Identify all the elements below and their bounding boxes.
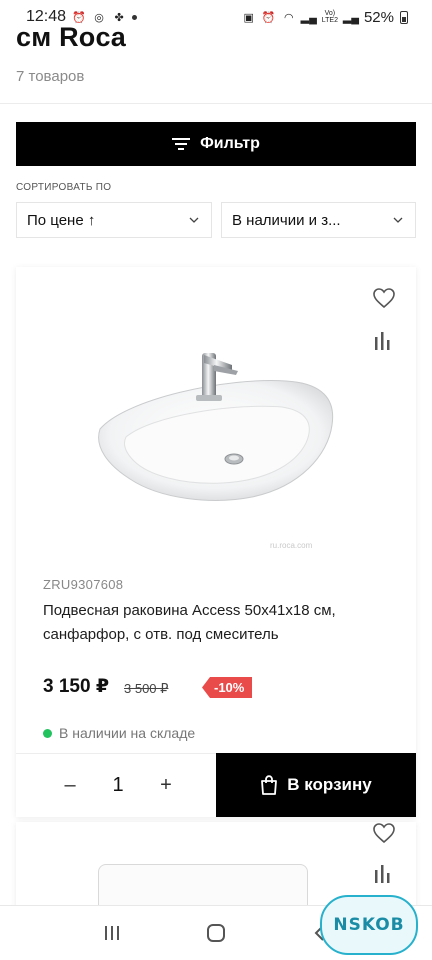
discount-badge: -10% — [202, 677, 253, 698]
increase-quantity-button[interactable]: + — [158, 774, 174, 797]
add-to-cart-button[interactable]: В корзину — [216, 753, 416, 817]
cart-label: В корзину — [287, 775, 372, 794]
bar-chart-icon[interactable] — [374, 864, 394, 884]
sort-stock-select[interactable]: В наличии и з... — [221, 202, 416, 238]
stock-label: В наличии на складе — [59, 725, 196, 741]
quantity-value[interactable]: 1 — [112, 774, 123, 797]
product-old-price: 3 500 ₽ — [124, 681, 169, 696]
sort-stock-value: В наличии и з... — [232, 211, 341, 229]
divider — [0, 103, 432, 104]
product-image[interactable] — [86, 337, 346, 537]
product-name[interactable]: Подвесная раковина Access 50x41x18 см, с… — [43, 599, 393, 647]
image-watermark: ru.roca.com — [270, 541, 313, 550]
heart-icon[interactable] — [372, 287, 396, 309]
sort-price-value: По цене ↑ — [27, 211, 96, 229]
heart-icon[interactable] — [372, 822, 396, 844]
alarm-status-icon: ⏰ — [261, 11, 276, 24]
item-count: 7 товаров — [16, 68, 85, 85]
chevron-down-icon — [189, 217, 199, 223]
lock-icon: ▣ — [243, 11, 254, 24]
stock-status: В наличии на складе — [43, 725, 195, 741]
filter-button[interactable]: Фильтр — [16, 122, 416, 166]
decrease-quantity-button[interactable]: – — [62, 774, 78, 797]
sort-label: СОРТИРОВАТЬ ПО — [16, 182, 112, 193]
product-sku: ZRU9307608 — [43, 577, 124, 592]
lte-icon: Vo) LTE2 — [321, 10, 338, 24]
in-stock-dot-icon — [43, 728, 52, 738]
status-right: ▣ ⏰ ◠ ▂▄ Vo) LTE2 ▂▄ 52% — [242, 9, 408, 26]
battery-percent: 52% — [363, 8, 394, 26]
sort-price-select[interactable]: По цене ↑ — [16, 202, 212, 238]
chevron-down-icon — [393, 217, 403, 223]
signal2-icon: ▂▄ — [342, 11, 360, 24]
shopping-bag-icon — [261, 775, 278, 795]
home-button[interactable] — [201, 918, 231, 948]
nskob-logo: NSKOB — [320, 895, 418, 955]
notification-dot-icon — [132, 14, 138, 20]
logo-text: NSKOB — [333, 915, 405, 935]
battery-icon — [400, 10, 408, 24]
quantity-stepper: – 1 + — [16, 753, 216, 817]
filter-lines-icon — [172, 138, 191, 150]
product-card[interactable]: ru.roca.com ZRU9307608 Подвесная раковин… — [16, 267, 416, 817]
recents-icon — [105, 926, 119, 940]
signal-icon: ▂▄ — [300, 11, 317, 24]
page-title: см Roca — [16, 22, 126, 52]
wifi-icon: ◠ — [283, 11, 294, 24]
bar-chart-icon[interactable] — [374, 331, 394, 351]
filter-label: Фильтр — [200, 135, 260, 152]
home-icon — [207, 924, 225, 942]
product-price: 3 150 ₽ — [43, 676, 110, 697]
recents-button[interactable] — [97, 918, 127, 948]
